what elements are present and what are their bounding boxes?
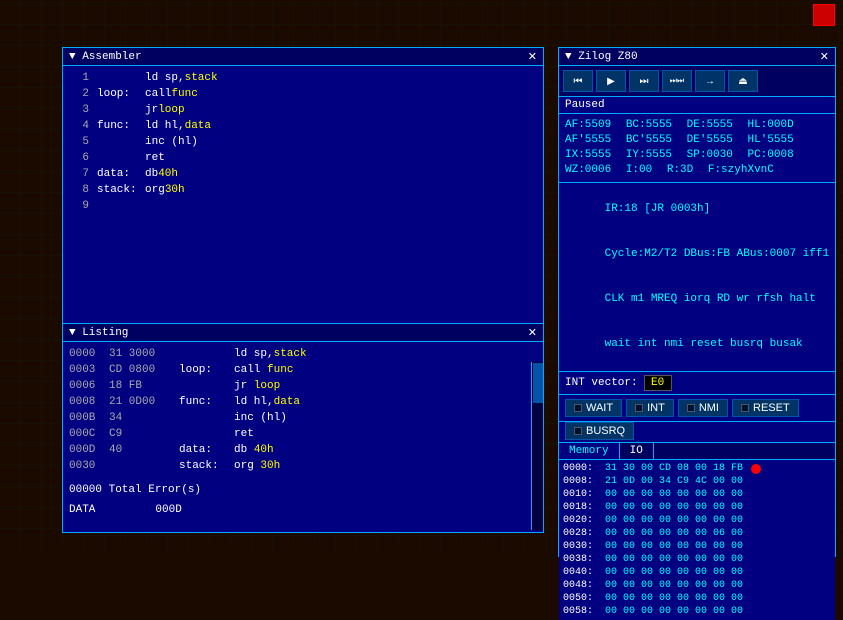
assembler-content: 1 ld sp,stack 2 loop: call func 3 jr loo… [63, 66, 543, 324]
listing-errors: 00000 Total Error(s) [69, 482, 537, 498]
asm-line-4: 4 func: ld hl,data [69, 118, 537, 134]
reset-button[interactable]: ⏏ [728, 70, 758, 92]
listing-panel: ▼ Listing ✕ 0000 31 3000 ld sp,stack 000… [62, 323, 544, 533]
listing-data-row: DATA 000D [69, 502, 537, 518]
int-led [635, 404, 643, 412]
ir-row: IR:18 [JR 0003h] [565, 187, 829, 232]
assembler-title: ▼ Assembler [69, 51, 142, 63]
mem-row-0: 0000: 31 30 00 CD 08 00 18 FB [563, 462, 831, 475]
nmi-led [687, 404, 695, 412]
memory-io-tabs: Memory IO [559, 443, 835, 460]
reset-signal-button[interactable]: RESET [732, 399, 799, 417]
assembler-panel: ▼ Assembler ✕ 1 ld sp,stack 2 loop: call… [62, 47, 544, 327]
asm-line-2: 2 loop: call func [69, 86, 537, 102]
mem-row-5: 0028: 00 00 00 00 00 00 06 00 [563, 527, 831, 540]
listing-scrollbar-thumb[interactable] [533, 363, 543, 403]
asm-line-9: 9 [69, 198, 537, 214]
red-square-decoration [813, 4, 835, 26]
mem-row-3: 0018: 00 00 00 00 00 00 00 00 [563, 501, 831, 514]
listing-close-button[interactable]: ✕ [528, 326, 537, 339]
status-section: IR:18 [JR 0003h] Cycle:M2/T2 DBus:FB ABu… [559, 183, 835, 372]
cycle-row: Cycle:M2/T2 DBus:FB ABus:0007 iff1 [565, 232, 829, 277]
rewind-button[interactable]: ⏮ [563, 70, 593, 92]
z80-header: ▼ Zilog Z80 ✕ [559, 48, 835, 66]
int-signal-button[interactable]: INT [626, 399, 674, 417]
signals-row-2: BUSRQ [559, 422, 835, 443]
step-to-end-button[interactable]: ⏭⏭ [662, 70, 692, 92]
registers-section: AF:5509 BC:5555 DE:5555 HL:000D AF'5555 … [559, 114, 835, 183]
listing-line-8: 0030 stack: org 30h [69, 458, 537, 474]
z80-panel: ▼ Zilog Z80 ✕ ⏮ ▶ ⏭ ⏭⏭ → ⏏ Paused AF:550… [558, 47, 836, 557]
asm-line-5: 5 inc (hl) [69, 134, 537, 150]
reg-row-4: WZ:0006 I:00 R:3D F:szyhXvnC [565, 163, 829, 178]
int-vector-row: INT vector: E0 [559, 372, 835, 395]
z80-title: ▼ Zilog Z80 [565, 51, 638, 63]
listing-title: ▼ Listing [69, 327, 128, 339]
reg-row-3: IX:5555 IY:5555 SP:0030 PC:0008 [565, 148, 829, 163]
mem-row-11: 0058: 00 00 00 00 00 00 00 00 [563, 605, 831, 618]
listing-line-2: 0003 CD 0800 loop: call func [69, 362, 537, 378]
busrq-signal-button[interactable]: BUSRQ [565, 422, 634, 440]
reg-row-2: AF'5555 BC'5555 DE'5555 HL'5555 [565, 133, 829, 148]
nmi-signal-button[interactable]: NMI [678, 399, 728, 417]
reg-row-1: AF:5509 BC:5555 DE:5555 HL:000D [565, 118, 829, 133]
io-tab[interactable]: IO [620, 443, 654, 459]
play-button[interactable]: ▶ [596, 70, 626, 92]
step-over-button[interactable]: ⏭ [629, 70, 659, 92]
signals-row: WAIT INT NMI RESET [559, 395, 835, 422]
busrq-led [574, 427, 582, 435]
mem-row-2: 0010: 00 00 00 00 00 00 00 00 [563, 488, 831, 501]
paused-label: Paused [559, 97, 835, 114]
mem-row-9: 0048: 00 00 00 00 00 00 00 00 [563, 579, 831, 592]
listing-header: ▼ Listing ✕ [63, 324, 543, 342]
memory-tab[interactable]: Memory [559, 443, 620, 459]
asm-line-3: 3 jr loop [69, 102, 537, 118]
mem-indicator [751, 464, 761, 474]
z80-close-button[interactable]: ✕ [820, 50, 829, 63]
listing-line-1: 0000 31 3000 ld sp,stack [69, 346, 537, 362]
mem-row-4: 0020: 00 00 00 00 00 00 00 00 [563, 514, 831, 527]
step-into-button[interactable]: → [695, 70, 725, 92]
memory-content: 0000: 31 30 00 CD 08 00 18 FB 0008: 21 0… [559, 460, 835, 620]
listing-scrollbar[interactable] [531, 362, 543, 530]
mem-row-6: 0030: 00 00 00 00 00 00 00 00 [563, 540, 831, 553]
asm-line-8: 8 stack: org 30h [69, 182, 537, 198]
listing-line-4: 0008 21 0D00 func: ld hl,data [69, 394, 537, 410]
listing-line-3: 0006 18 FB jr loop [69, 378, 537, 394]
mem-row-8: 0040: 00 00 00 00 00 00 00 00 [563, 566, 831, 579]
clk-row: CLK m1 MREQ iorq RD wr rfsh halt [565, 277, 829, 322]
mem-row-10: 0050: 00 00 00 00 00 00 00 00 [563, 592, 831, 605]
listing-content: 0000 31 3000 ld sp,stack 0003 CD 0800 lo… [63, 342, 543, 530]
mem-row-1: 0008: 21 0D 00 34 C9 4C 00 00 [563, 475, 831, 488]
wait-row: wait int nmi reset busrq busak [565, 322, 829, 367]
listing-line-6: 000C C9 ret [69, 426, 537, 442]
mem-row-7: 0038: 00 00 00 00 00 00 00 00 [563, 553, 831, 566]
assembler-close-button[interactable]: ✕ [528, 50, 537, 63]
reset-led [741, 404, 749, 412]
listing-line-5: 000B 34 inc (hl) [69, 410, 537, 426]
wait-led [574, 404, 582, 412]
asm-line-1: 1 ld sp,stack [69, 70, 537, 86]
listing-line-7: 000D 40 data: db 40h [69, 442, 537, 458]
asm-line-6: 6 ret [69, 150, 537, 166]
assembler-header: ▼ Assembler ✕ [63, 48, 543, 66]
asm-line-7: 7 data: db 40h [69, 166, 537, 182]
wait-signal-button[interactable]: WAIT [565, 399, 622, 417]
transport-controls: ⏮ ▶ ⏭ ⏭⏭ → ⏏ [559, 66, 835, 97]
